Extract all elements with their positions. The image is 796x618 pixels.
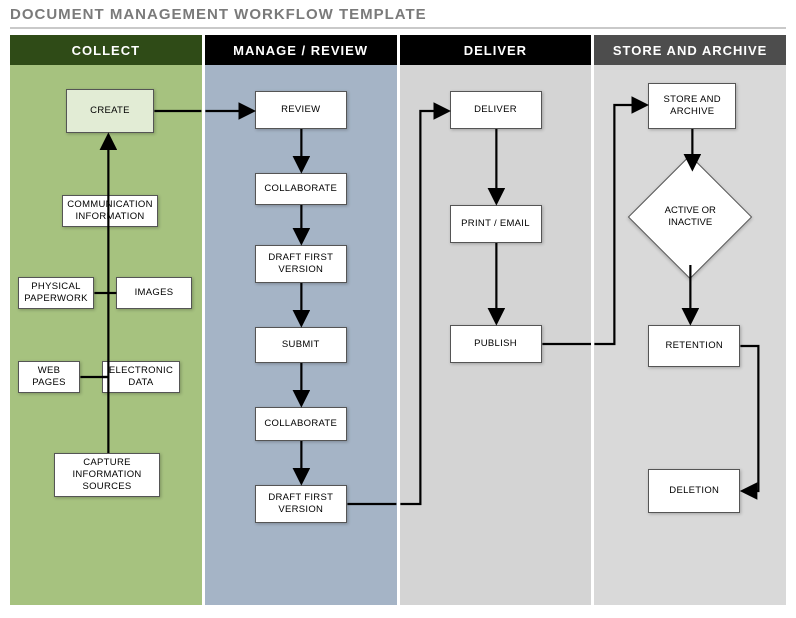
column-manage-review: MANAGE / REVIEW REVIEW COLLABORATE DRAFT…	[205, 35, 397, 605]
box-deletion: DELETION	[648, 469, 740, 513]
box-electronic-data: ELECTRONIC DATA	[102, 361, 180, 393]
box-capture-sources: CAPTURE INFORMATION SOURCES	[54, 453, 160, 497]
box-submit: SUBMIT	[255, 327, 347, 363]
column-header-store: STORE AND ARCHIVE	[594, 35, 786, 65]
title-divider	[10, 27, 786, 29]
column-header-deliver: DELIVER	[400, 35, 592, 65]
box-physical-paperwork: PHYSICAL PAPERWORK	[18, 277, 94, 309]
box-collaborate-2: COLLABORATE	[255, 407, 347, 441]
column-body-manage: REVIEW COLLABORATE DRAFT FIRST VERSION S…	[205, 65, 397, 605]
box-create: CREATE	[66, 89, 154, 133]
decision-active-inactive: ACTIVE OR INACTIVE	[646, 173, 734, 261]
box-draft-first-2: DRAFT FIRST VERSION	[255, 485, 347, 523]
box-collaborate-1: COLLABORATE	[255, 173, 347, 205]
box-deliver: DELIVER	[450, 91, 542, 129]
column-header-manage: MANAGE / REVIEW	[205, 35, 397, 65]
column-body-collect: CREATE COMMUNICATION INFORMATION PHYSICA…	[10, 65, 202, 605]
box-communication-info: COMMUNICATION INFORMATION	[62, 195, 158, 227]
column-header-collect: COLLECT	[10, 35, 202, 65]
box-store-archive: STORE AND ARCHIVE	[648, 83, 736, 129]
box-publish: PUBLISH	[450, 325, 542, 363]
box-draft-first-1: DRAFT FIRST VERSION	[255, 245, 347, 283]
box-print-email: PRINT / EMAIL	[450, 205, 542, 243]
box-retention: RETENTION	[648, 325, 740, 367]
column-store-archive: STORE AND ARCHIVE STORE AND ARCHIVE ACTI…	[594, 35, 786, 605]
column-deliver: DELIVER DELIVER PRINT / EMAIL PUBLISH	[400, 35, 592, 605]
column-collect: COLLECT CREATE COMMUNICATION INFORMATION…	[10, 35, 202, 605]
arrows-collect	[10, 65, 202, 605]
workflow-grid: COLLECT CREATE COMMUNICATION INFORMATION…	[10, 35, 786, 605]
box-web-pages: WEB PAGES	[18, 361, 80, 393]
column-body-store: STORE AND ARCHIVE ACTIVE OR INACTIVE RET…	[594, 65, 786, 605]
page-title: DOCUMENT MANAGEMENT WORKFLOW TEMPLATE	[10, 6, 786, 23]
box-images: IMAGES	[116, 277, 192, 309]
column-body-deliver: DELIVER PRINT / EMAIL PUBLISH	[400, 65, 592, 605]
box-review: REVIEW	[255, 91, 347, 129]
